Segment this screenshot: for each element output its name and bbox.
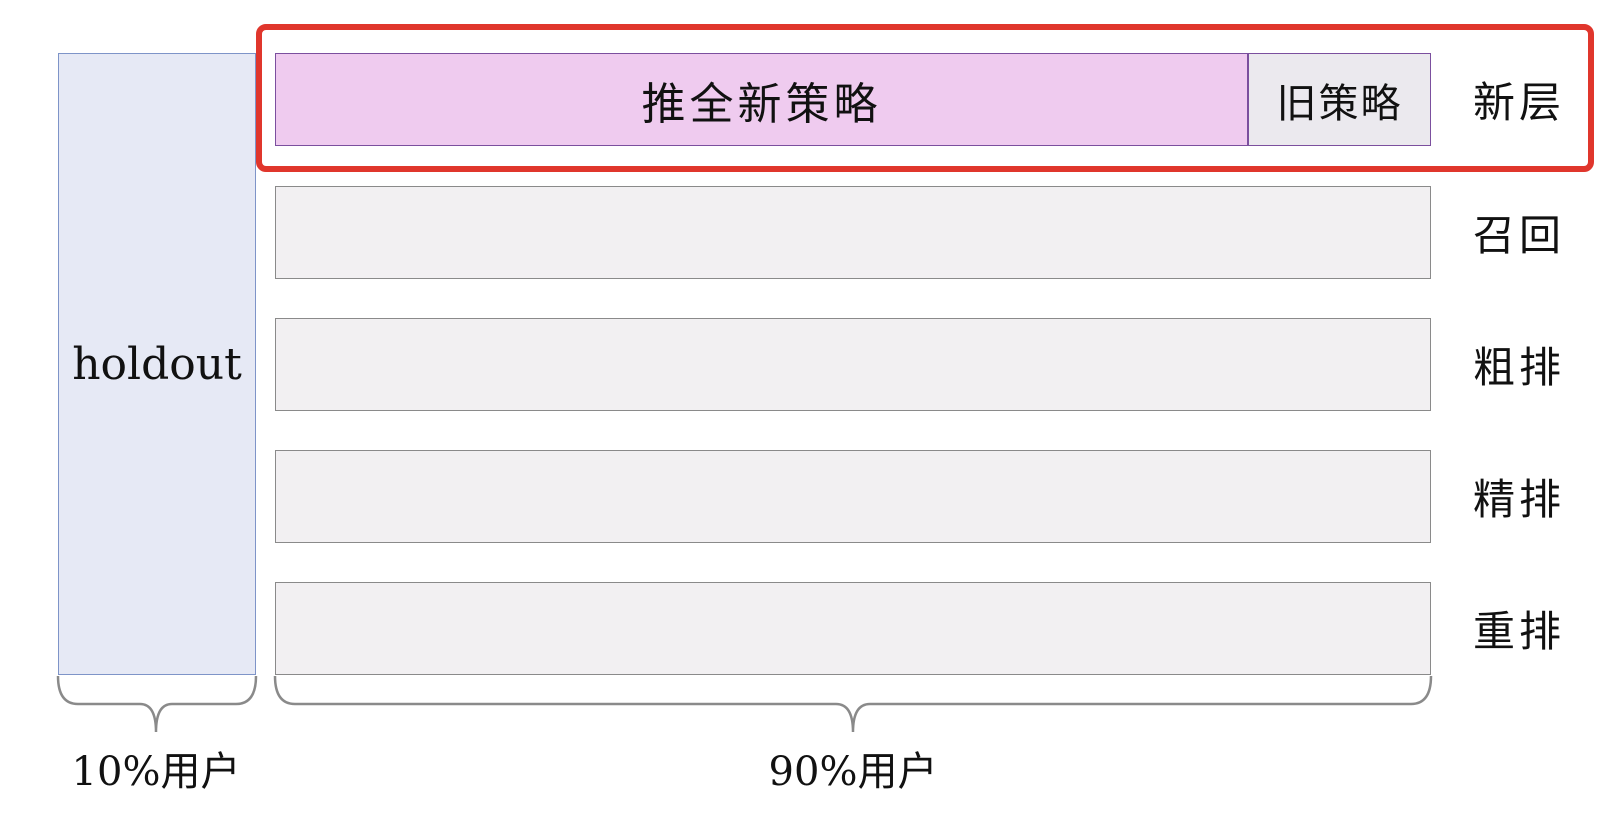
experiment-users-label: 90%用户 (768, 749, 938, 795)
holdout-brace (56, 675, 258, 733)
experiment-brace (273, 675, 1433, 733)
holdout-users-label: 10%用户 (71, 749, 241, 795)
bottom-braces (56, 675, 1433, 733)
